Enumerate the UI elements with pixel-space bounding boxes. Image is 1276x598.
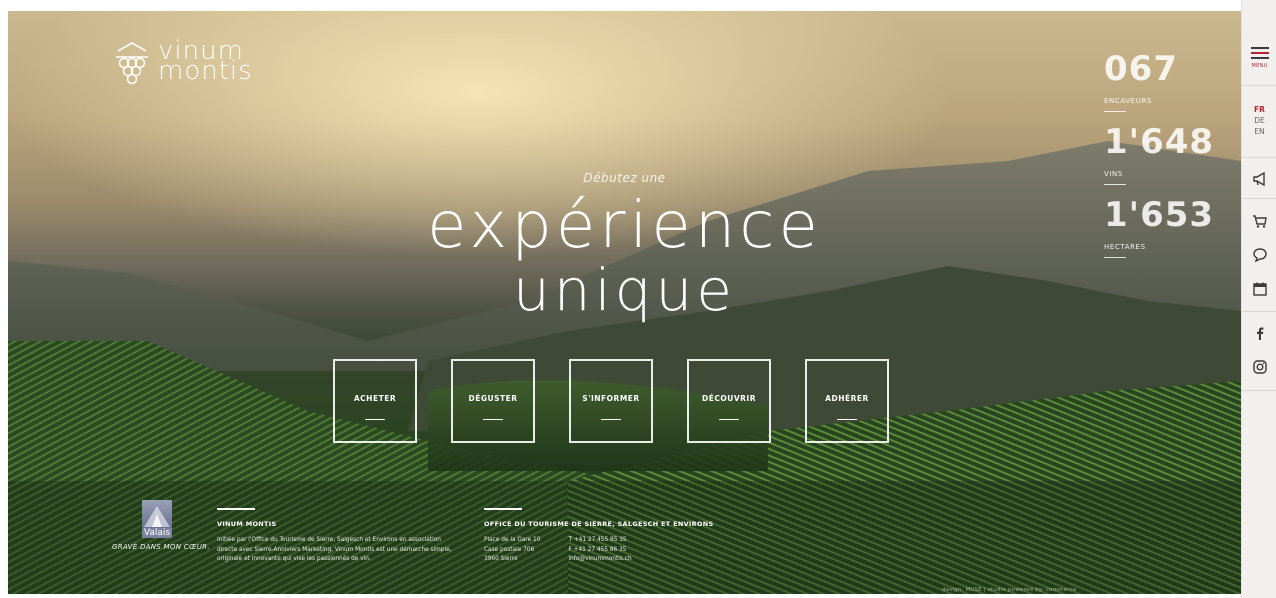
sidebar-divider	[1242, 85, 1276, 86]
action-underline	[483, 419, 503, 420]
action-label: S'INFORMER	[582, 394, 640, 403]
footer-address: Place de la Gare 10 Case postale 706 396…	[484, 536, 540, 565]
hero-title-line-1: expérience	[427, 189, 822, 263]
sidebar-divider	[1242, 157, 1276, 158]
stat-value: 067	[1104, 49, 1178, 89]
deguster-button[interactable]: DÉGUSTER	[451, 359, 535, 443]
phone-link[interactable]: T +41 27 455 85 35	[568, 536, 631, 546]
footer-office-tourisme: OFFICE DU TOURISME DE SIERRE, SALGESCH E…	[484, 508, 724, 565]
hero-subtitle: Débutez une	[583, 171, 666, 185]
acheter-button[interactable]: ACHETER	[333, 359, 417, 443]
sidebar-divider	[1242, 311, 1276, 312]
stat-value: 1'648	[1104, 122, 1215, 162]
menu-label: MENU	[1251, 62, 1268, 69]
footer-title: OFFICE DU TOURISME DE SIERRE, SALGESCH E…	[484, 520, 714, 528]
vinum-montis-logo[interactable]: vinum montis	[114, 38, 253, 89]
action-label: DÉCOUVRIR	[702, 394, 756, 403]
facebook-link[interactable]	[1242, 322, 1276, 344]
sidebar-divider	[1242, 390, 1276, 391]
chat-button[interactable]	[1242, 244, 1276, 266]
cart-button[interactable]	[1242, 210, 1276, 232]
footer-vinum-montis: VINUM MONTIS Initiée par l'Office du Tou…	[217, 508, 457, 565]
footer-contact: T +41 27 455 85 35 F +41 27 455 86 35 in…	[568, 536, 631, 565]
lang-de[interactable]: DE	[1254, 115, 1265, 126]
valais-slogan: GRAVÉ DANS MON CŒUR.	[112, 543, 210, 551]
sidebar-divider	[1242, 198, 1276, 199]
action-label: ACHETER	[353, 394, 397, 403]
lang-en[interactable]: EN	[1254, 126, 1264, 137]
stat-encaveurs: 067 ENCAVEURS	[1104, 49, 1234, 112]
footer-divider	[217, 508, 255, 510]
credits-link[interactable]: design: MUSE | studio powered by: commer…	[942, 587, 1076, 593]
instagram-link[interactable]	[1242, 356, 1276, 378]
valais-name: Valais	[142, 528, 172, 538]
megaphone-icon	[1252, 171, 1265, 187]
hero-banner: vinum montis 067 ENCAVEURS 1'648 VINS 1'…	[8, 11, 1241, 594]
address-line: Place de la Gare 10	[484, 537, 541, 543]
email-link[interactable]: info@vinummontis.ch	[568, 555, 631, 565]
action-label: ADHÉRER	[825, 394, 869, 403]
footer-description: Initiée par l'Office du Tourisme de Sier…	[217, 537, 452, 562]
action-label: DÉGUSTER	[468, 394, 518, 403]
announcements-button[interactable]	[1242, 168, 1276, 190]
valais-mountain-icon	[142, 500, 172, 528]
stat-label: ENCAVEURS	[1104, 97, 1152, 105]
logo-wordmark: vinum montis	[158, 38, 253, 86]
cart-icon	[1252, 215, 1267, 228]
address-line: 3960 Sierre	[484, 556, 518, 562]
grape-logo-icon	[116, 42, 148, 85]
hamburger-icon	[1250, 44, 1269, 62]
stat-divider	[1104, 111, 1126, 112]
adherer-button[interactable]: ADHÉRER	[805, 359, 889, 443]
instagram-icon	[1252, 360, 1267, 374]
action-underline	[719, 419, 739, 420]
logo-line-2: montis	[158, 56, 253, 86]
address-line: Case postale 706	[484, 546, 535, 553]
action-underline	[601, 419, 621, 420]
fax-text: F +41 27 455 86 35	[568, 546, 627, 553]
menu-button[interactable]: MENU	[1242, 40, 1276, 72]
action-buttons: ACHETER DÉGUSTER S'INFORMER DÉCOUVRIR AD…	[333, 359, 889, 443]
footer-divider	[484, 508, 522, 510]
calendar-button[interactable]	[1242, 278, 1276, 300]
decouvrir-button[interactable]: DÉCOUVRIR	[687, 359, 771, 443]
facebook-icon	[1256, 327, 1263, 340]
right-sidebar: MENU FR DE EN	[1241, 0, 1276, 598]
footer-title: VINUM MONTIS	[217, 520, 277, 528]
chat-icon	[1252, 248, 1267, 263]
language-switcher: FR DE EN	[1242, 95, 1276, 145]
hero-title-line-2: unique	[513, 256, 736, 324]
action-underline	[837, 419, 857, 420]
sinformer-button[interactable]: S'INFORMER	[569, 359, 653, 443]
lang-fr[interactable]: FR	[1254, 104, 1265, 115]
calendar-icon	[1252, 282, 1267, 296]
valais-brand[interactable]: Valais GRAVÉ DANS MON CŒUR.	[112, 500, 210, 551]
action-underline	[365, 419, 385, 420]
